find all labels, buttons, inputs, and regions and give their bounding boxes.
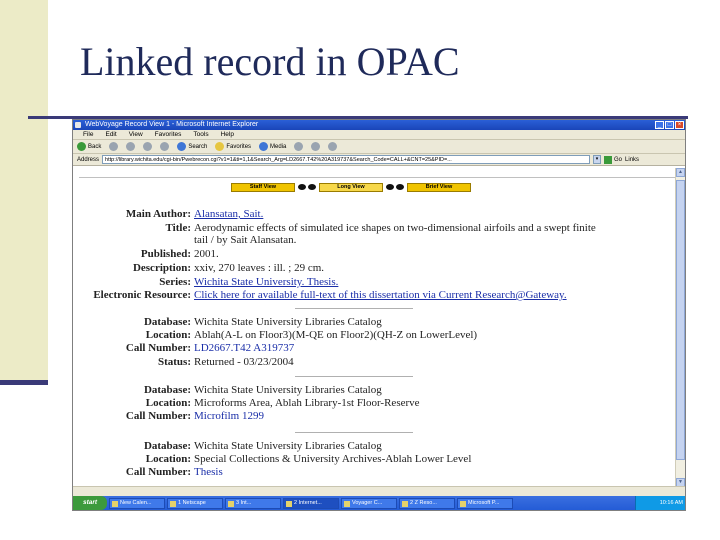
media-icon [259,142,269,151]
author-link[interactable]: Alansatan, Sait. [194,208,263,221]
holding-1-call-number: Call Number: LD2667.T42 A319737 [125,342,295,355]
holding-1-status: Status: Returned - 03/23/2004 [157,356,294,368]
taskbar-item[interactable]: 2 Internet... [283,497,339,509]
search-button[interactable]: Search [177,142,207,151]
field-series: Series: Wichita State University. Thesis… [159,276,339,289]
taskbar-item[interactable]: 1 Netscape [167,497,223,509]
menu-tools[interactable]: Tools [193,130,208,139]
page-content: Staff View Long View Brief View Main Aut… [73,168,677,487]
call-number-link[interactable]: LD2667.T42 A319737 [194,342,294,355]
stop-icon [126,142,136,151]
home-icon [160,142,170,151]
fulltext-link[interactable]: Click here for available full-text of th… [194,289,567,302]
address-dropdown-icon[interactable]: ▾ [593,155,602,164]
address-bar: Address http://library.wichita.edu/cgi-b… [73,154,685,166]
address-input[interactable]: http://library.wichita.edu/cgi-bin/Pwebr… [102,155,591,164]
stop-button[interactable] [126,142,136,151]
vertical-scrollbar[interactable]: ▲ ▼ [675,168,685,487]
refresh-icon [143,142,153,151]
holding-divider [295,308,413,309]
go-button[interactable]: Go [604,155,622,164]
start-button[interactable]: start [73,496,107,510]
holding-divider [295,376,413,377]
holding-2-database: Database: Wichita State University Libra… [143,384,382,396]
slide-title: Linked record in OPAC [80,39,460,84]
minimize-icon[interactable]: _ [655,121,664,129]
holding-2-location: Location: Microforms Area, Ablah Library… [145,397,420,409]
call-number-link[interactable]: Thesis [194,466,223,479]
holding-3-call-number: Call Number: Thesis [125,466,223,479]
status-bar [73,486,685,496]
back-arrow-icon [77,142,86,151]
media-button[interactable]: Media [259,142,286,151]
holding-3-database: Database: Wichita State University Libra… [143,440,382,452]
history-button[interactable] [294,142,304,151]
tab-staff-view[interactable]: Staff View [231,182,295,192]
home-button[interactable] [160,142,170,151]
holding-divider [295,432,413,433]
taskbar-item[interactable]: Microsoft P... [457,497,513,509]
go-arrow-icon [604,155,613,164]
forward-button[interactable] [109,142,119,151]
series-link[interactable]: Wichita State University. Thesis. [194,276,338,289]
scroll-thumb[interactable] [676,180,685,460]
eyes-icon [297,182,317,192]
field-published: Published: 2001. [140,248,219,260]
links-label[interactable]: Links [625,157,639,163]
address-label: Address [77,156,100,163]
menu-favorites[interactable]: Favorites [155,130,182,139]
call-number-link[interactable]: Microfilm 1299 [194,410,264,423]
taskbar-item[interactable]: Voyager C... [341,497,397,509]
field-title-cont: tail / by Sait Alansatan. [194,234,297,246]
menu-bar: File Edit View Favorites Tools Help [73,130,685,140]
field-description: Description: xxiv, 270 leaves : ill. ; 2… [132,262,325,274]
holding-2-call-number: Call Number: Microfilm 1299 [125,410,264,423]
taskbar-item[interactable]: New Calen... [109,497,165,509]
scroll-up-icon[interactable]: ▲ [676,168,685,177]
history-icon [294,142,304,151]
mail-icon [311,142,321,151]
forward-arrow-icon [109,142,119,151]
slide-side-bar [0,0,48,384]
refresh-button[interactable] [143,142,153,151]
search-icon [177,142,187,151]
eyes-icon [385,182,405,192]
menu-file[interactable]: File [83,130,93,139]
menu-view[interactable]: View [129,130,143,139]
ie-icon [75,122,81,128]
record-view-tabs: Staff View Long View Brief View [231,182,471,192]
browser-toolbar: Back Search Favorites Media [73,140,685,154]
field-main-author: Main Author: Alansatan, Sait. [125,208,264,221]
star-icon [215,142,225,151]
browser-window: WebVoyage Record View 1 - Microsoft Inte… [72,119,686,511]
close-icon[interactable]: × [675,121,684,129]
favorites-button[interactable]: Favorites [215,142,251,151]
system-tray-clock: 10:16 AM [635,496,685,510]
taskbar-item[interactable]: 3 Int... [225,497,281,509]
print-button[interactable] [328,142,338,151]
holding-1-location: Location: Ablah(A-L on Floor3)(M-QE on F… [145,329,478,341]
menu-edit[interactable]: Edit [105,130,116,139]
back-button[interactable]: Back [77,142,101,151]
holding-1-database: Database: Wichita State University Libra… [143,316,382,328]
browser-titlebar: WebVoyage Record View 1 - Microsoft Inte… [73,120,685,130]
holding-3-location: Location: Special Collections & Universi… [145,453,472,465]
menu-help[interactable]: Help [221,130,234,139]
tab-long-view[interactable]: Long View [319,182,383,192]
taskbar-item[interactable]: 2 Z Reso... [399,497,455,509]
print-icon [328,142,338,151]
page-top-divider [79,177,675,178]
mail-button[interactable] [311,142,321,151]
windows-taskbar: start New Calen... 1 Netscape 3 Int... 2… [73,496,685,510]
window-controls: _ □ × [655,121,684,129]
window-title: WebVoyage Record View 1 - Microsoft Inte… [85,121,259,128]
maximize-icon[interactable]: □ [665,121,674,129]
field-electronic-resource: Electronic Resource: Click here for avai… [93,289,567,302]
tab-brief-view[interactable]: Brief View [407,182,471,192]
slide-side-bar-accent [0,380,48,385]
